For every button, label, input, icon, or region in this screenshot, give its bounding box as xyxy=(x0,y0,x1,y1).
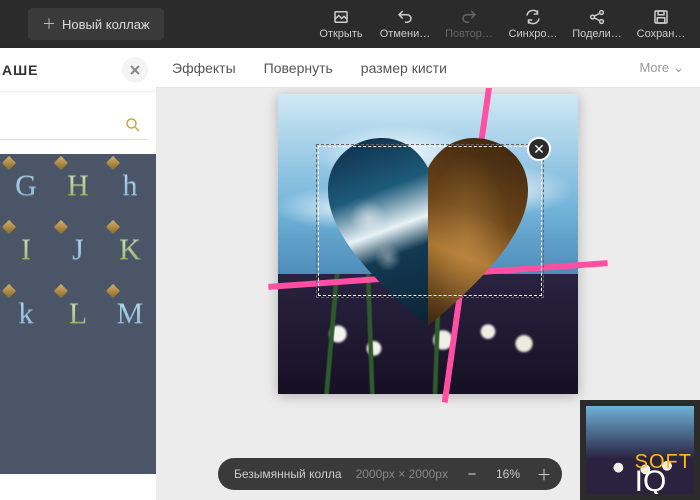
panel-title: АШЕ xyxy=(2,62,39,78)
plus-icon: ＋ xyxy=(42,14,56,34)
list-item[interactable]: L xyxy=(52,282,104,346)
glyph: I xyxy=(21,233,31,267)
letter-grid[interactable]: G H h I J K k L M xyxy=(0,154,156,474)
list-item[interactable]: k xyxy=(0,282,52,346)
new-collage-button[interactable]: ＋ Новый коллаж xyxy=(28,8,164,40)
preview-thumb: SOFT IQ xyxy=(586,406,694,494)
redo-icon xyxy=(459,8,479,26)
top-toolbar: ＋ Новый коллаж Открыть Отмени… Повтор… С… xyxy=(0,0,700,48)
list-item[interactable]: h xyxy=(104,154,156,218)
glyph: H xyxy=(67,169,89,203)
glyph: M xyxy=(117,297,144,331)
chevron-down-icon: ⌄ xyxy=(673,60,684,76)
close-icon: ✕ xyxy=(533,141,545,158)
glyph: J xyxy=(72,233,84,267)
undo-button[interactable]: Отмени… xyxy=(376,8,434,40)
list-item[interactable]: J xyxy=(52,218,104,282)
zoom-in-button[interactable]: ＋ xyxy=(534,464,554,484)
document-dimensions: 2000px × 2000px xyxy=(356,467,448,481)
redo-button[interactable]: Повтор… xyxy=(440,8,498,40)
glyph: h xyxy=(123,169,138,203)
list-item[interactable]: M xyxy=(104,282,156,346)
undo-label: Отмени… xyxy=(380,28,431,40)
save-icon xyxy=(651,8,671,26)
effects-tab[interactable]: Эффекты xyxy=(172,60,236,76)
panel-header: АШЕ xyxy=(0,48,156,92)
preview-panel[interactable]: SOFT IQ xyxy=(580,400,700,500)
list-item[interactable]: I xyxy=(0,218,52,282)
glyph: L xyxy=(69,297,87,331)
close-panel-button[interactable] xyxy=(122,57,148,83)
rotate-tab[interactable]: Повернуть xyxy=(264,60,333,76)
glyph: K xyxy=(119,233,141,267)
watermark-line2: IQ xyxy=(635,470,692,494)
document-name: Безымянный колла xyxy=(234,467,342,481)
side-panel: АШЕ G H h I J K k L M xyxy=(0,48,156,500)
artboard[interactable]: ✕ xyxy=(278,94,578,394)
selection-remove-button[interactable]: ✕ xyxy=(527,137,551,161)
save-button[interactable]: Сохран… xyxy=(632,8,690,40)
sub-toolbar: Эффекты Повернуть размер кисти More ⌄ xyxy=(156,48,700,88)
more-dropdown[interactable]: More ⌄ xyxy=(639,60,684,76)
list-item[interactable]: K xyxy=(104,218,156,282)
brush-size-tab[interactable]: размер кисти xyxy=(361,60,447,76)
glyph: k xyxy=(19,297,34,331)
new-collage-label: Новый коллаж xyxy=(62,17,150,32)
close-icon xyxy=(129,64,141,76)
sync-label: Синхро… xyxy=(509,28,558,40)
watermark: SOFT IQ xyxy=(635,454,692,494)
search-icon xyxy=(124,116,142,134)
top-actions: Открыть Отмени… Повтор… Синхро… Подели… … xyxy=(312,8,690,40)
open-button[interactable]: Открыть xyxy=(312,8,370,40)
search-input[interactable] xyxy=(0,110,148,140)
glyph: G xyxy=(15,169,37,203)
undo-icon xyxy=(395,8,415,26)
zoom-bar: Безымянный колла 2000px × 2000px − 16% ＋ xyxy=(218,458,562,490)
open-label: Открыть xyxy=(319,28,362,40)
zoom-out-button[interactable]: − xyxy=(462,464,482,484)
more-label: More xyxy=(639,60,669,75)
save-label: Сохран… xyxy=(637,28,686,40)
open-icon xyxy=(331,8,351,26)
share-label: Подели… xyxy=(572,28,622,40)
zoom-level: 16% xyxy=(496,467,520,481)
collage-heart-frame[interactable] xyxy=(328,138,528,338)
list-item[interactable]: G xyxy=(0,154,52,218)
share-button[interactable]: Подели… xyxy=(568,8,626,40)
search-wrap xyxy=(0,92,156,150)
sync-button[interactable]: Синхро… xyxy=(504,8,562,40)
share-icon xyxy=(587,8,607,26)
redo-label: Повтор… xyxy=(445,28,493,40)
sync-icon xyxy=(523,8,543,26)
list-item[interactable]: H xyxy=(52,154,104,218)
